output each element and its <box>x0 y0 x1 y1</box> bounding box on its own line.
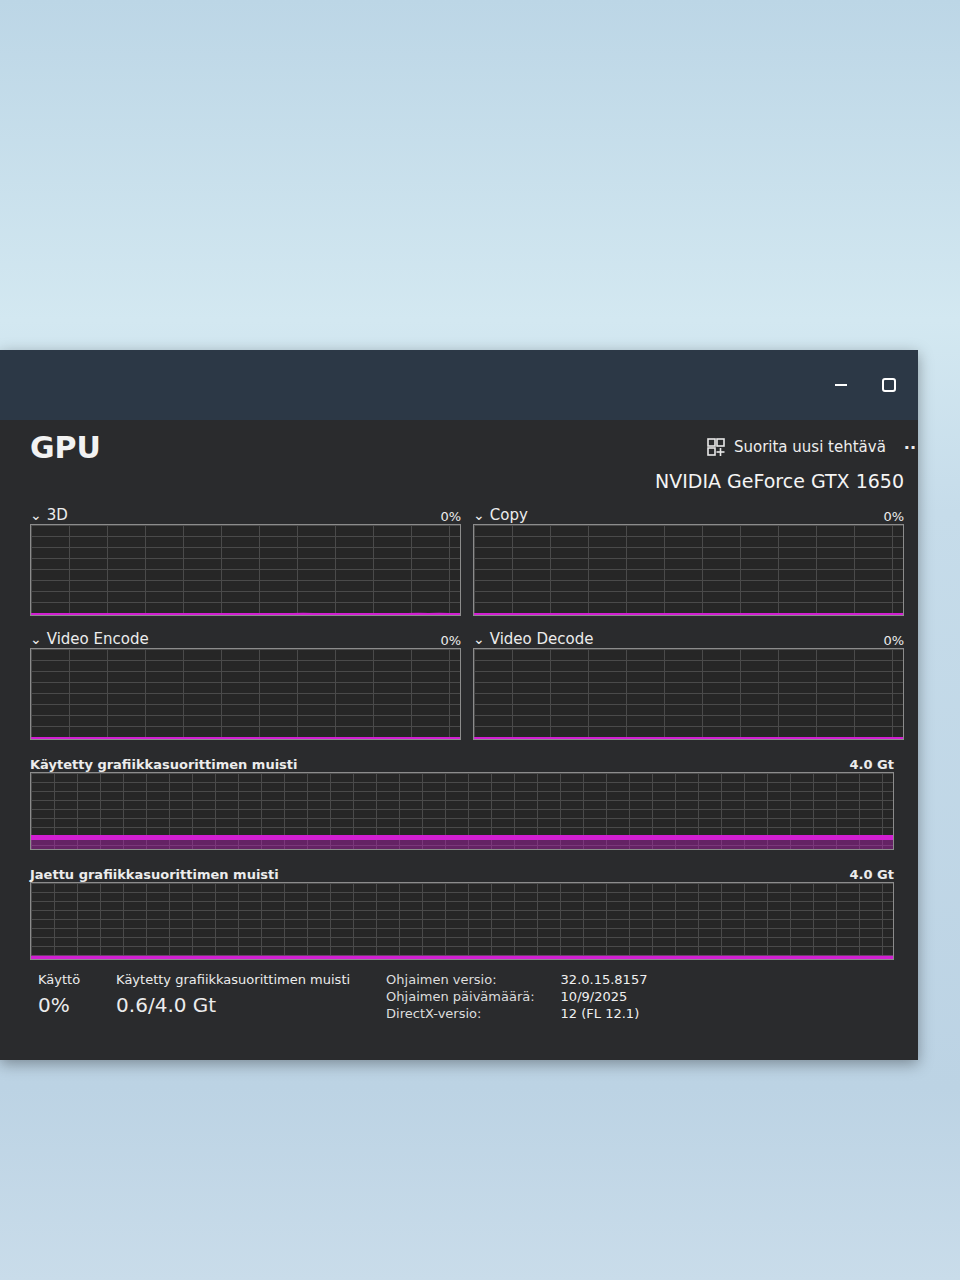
engine-graph: ⌄ 3D 0% <box>30 502 461 616</box>
engine-name: 3D <box>47 506 68 524</box>
engine-graph: ⌄ Copy 0% <box>473 502 904 616</box>
memory-chart <box>30 882 894 960</box>
stats-row: Käyttö 0% Käytetty grafiikkasuorittimen mu… <box>30 960 918 1029</box>
detail-value: 12 (FL 12.1) <box>561 1006 648 1021</box>
engine-reading: 0% <box>440 509 461 524</box>
chevron: ⌄ <box>30 632 42 646</box>
engine-line <box>31 613 460 615</box>
maximize-icon[interactable] <box>866 370 912 400</box>
stat: Käyttö 0% <box>38 972 80 1017</box>
run-task-label: Suorita uusi tehtävä <box>734 438 886 456</box>
engine-graphs: ⌄ 3D 0% ⌄ Copy 0% ⌄ Video Encode 0% ⌄ Video Decode… <box>30 502 918 740</box>
stat-value: 0.6/4.0 Gt <box>116 993 350 1017</box>
stat-value: 0% <box>38 993 80 1017</box>
engine-selector[interactable]: ⌄ Video Encode <box>30 630 149 648</box>
engine-graph: ⌄ Video Encode 0% <box>30 626 461 740</box>
engine-selector[interactable]: ⌄ Video Decode <box>473 630 593 648</box>
memory-header: Jaettu grafiikkasuorittimen muisti 4.0 Gt <box>30 860 894 882</box>
engine-selector[interactable]: ⌄ Copy <box>473 506 528 524</box>
memory-plot <box>31 773 893 849</box>
desktop: GPU Suorita uusi tehtävä ··NVIDIA GeForce … <box>0 0 960 1280</box>
engine-line <box>474 613 903 615</box>
run-task-button[interactable]: Suorita uusi tehtävä <box>706 437 886 457</box>
stat: Käytetty grafiikkasuorittimen muisti 0.6/… <box>116 972 350 1017</box>
memory-chart <box>30 772 894 850</box>
detail-value: 10/9/2025 <box>561 989 648 1004</box>
engine-reading: 0% <box>883 633 904 648</box>
engine-plot <box>31 649 460 739</box>
window-controls <box>818 370 912 400</box>
minimize-icon[interactable] <box>818 370 864 400</box>
gpu-panel: GPU Suorita uusi tehtävä ··NVIDIA GeForce … <box>0 420 918 1060</box>
detail-label: DirectX-versio: <box>386 1006 534 1021</box>
detail-value: 32.0.15.8157 <box>561 972 648 987</box>
memory-header: Käytetty grafiikkasuorittimen muisti 4.0 … <box>30 750 894 772</box>
memory-label: Jaettu grafiikkasuorittimen muisti <box>30 867 279 882</box>
memory-max: 4.0 Gt <box>850 757 894 772</box>
chevron: ⌄ <box>30 508 42 522</box>
more-button[interactable]: ·· <box>904 438 918 457</box>
chevron: ⌄ <box>473 508 485 522</box>
engine-header: ⌄ Video Encode 0% <box>30 626 461 648</box>
engine-plot <box>474 525 903 615</box>
memory-graph: Käytetty grafiikkasuorittimen muisti 4.0 … <box>30 750 918 850</box>
stat-label: Käytetty grafiikkasuorittimen muisti <box>116 972 350 987</box>
memory-line <box>31 956 893 959</box>
engine-chart <box>30 648 461 740</box>
engine-chart <box>473 524 904 616</box>
device-name: NVIDIA GeForce GTX 1650 <box>655 470 904 498</box>
detail-label: Ohjaimen päivämäärä: <box>386 989 534 1004</box>
page-title: GPU <box>30 430 101 465</box>
stat-label: Käyttö <box>38 972 80 987</box>
memory-line <box>31 835 893 840</box>
device-row: NVIDIA GeForce GTX 1650 <box>30 470 918 498</box>
engine-chart <box>30 524 461 616</box>
toolbar-actions: Suorita uusi tehtävä ·· <box>706 437 918 457</box>
memory-area <box>31 958 893 959</box>
driver-details: Ohjaimen versio: 32.0.15.8157 Ohjaimen päi… <box>386 972 647 1021</box>
task-manager-window: GPU Suorita uusi tehtävä ··NVIDIA GeForce … <box>0 350 918 1060</box>
memory-graph: Jaettu grafiikkasuorittimen muisti 4.0 Gt <box>30 860 918 960</box>
new-task-icon <box>706 437 726 457</box>
engine-selector[interactable]: ⌄ 3D <box>30 506 68 524</box>
engine-header: ⌄ Copy 0% <box>473 502 904 524</box>
memory-max: 4.0 Gt <box>850 867 894 882</box>
engine-header: ⌄ 3D 0% <box>30 502 461 524</box>
title-bar <box>0 350 918 420</box>
engine-line <box>31 737 460 739</box>
engine-graph: ⌄ Video Decode 0% <box>473 626 904 740</box>
engine-reading: 0% <box>883 509 904 524</box>
engine-plot <box>31 525 460 615</box>
memory-plot <box>31 883 893 959</box>
desktop-background <box>0 0 960 350</box>
memory-area <box>31 838 893 849</box>
engine-header: ⌄ Video Decode 0% <box>473 626 904 648</box>
toolbar: GPU Suorita uusi tehtävä ·· <box>30 420 918 470</box>
detail-label: Ohjaimen versio: <box>386 972 534 987</box>
chevron: ⌄ <box>473 632 485 646</box>
engine-name: Copy <box>490 506 528 524</box>
engine-name: Video Encode <box>47 630 149 648</box>
engine-chart <box>473 648 904 740</box>
memory-label: Käytetty grafiikkasuorittimen muisti <box>30 757 298 772</box>
engine-plot <box>474 649 903 739</box>
engine-name: Video Decode <box>490 630 594 648</box>
engine-line <box>474 737 903 739</box>
engine-reading: 0% <box>440 633 461 648</box>
